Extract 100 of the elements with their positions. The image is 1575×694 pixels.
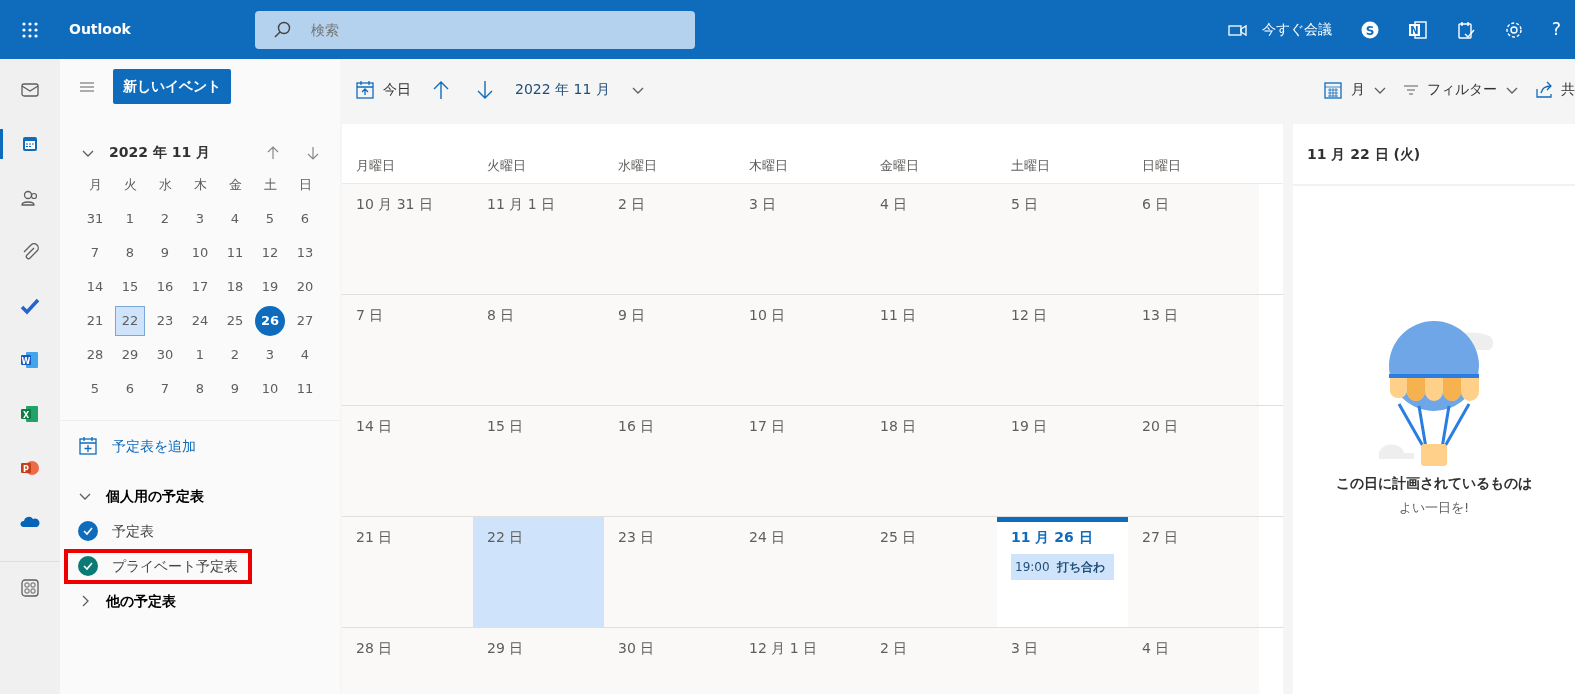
date-button[interactable]: 28 [80,339,110,370]
date-button[interactable]: 22 [115,305,145,336]
spreadsheet-x-button[interactable]: X [0,386,60,441]
weekday-label: 水 [157,175,173,194]
day-cell[interactable]: 18 日 [866,405,997,516]
day-cell[interactable]: 27 日 [1128,516,1259,627]
day-cell[interactable]: 19 日 [997,405,1128,516]
date-button[interactable]: 1 [115,203,145,234]
day-cell[interactable]: 20 日 [1128,405,1259,516]
day-cell[interactable]: 14 日 [342,405,473,516]
date-button[interactable]: 2 [220,339,250,370]
day-cell[interactable]: 11 日 [866,294,997,405]
day-cell[interactable]: 2 日 [866,627,997,694]
date-button[interactable]: 3 [255,339,285,370]
date-button[interactable]: 15 [115,271,145,302]
date-button[interactable]: 4 [220,203,250,234]
day-cell[interactable]: 12 日 [997,294,1128,405]
group-header[interactable]: 他の予定表 [63,583,340,619]
day-cell[interactable]: 17 日 [735,405,866,516]
date-button[interactable]: 11 [290,373,320,404]
date-button[interactable]: 6 [290,203,320,234]
date-button[interactable]: 7 [150,373,180,404]
date-button[interactable]: 12 [255,237,285,268]
calendar-list-item[interactable]: 予定表 [63,513,168,549]
day-cell[interactable]: 28 日 [342,627,473,694]
date-button[interactable]: 16 [150,271,180,302]
calendar-list-item[interactable]: プライベート予定表 [63,548,252,584]
date-button[interactable]: 8 [185,373,215,404]
day-cell[interactable]: 7 日 [342,294,473,405]
date-button[interactable]: 14 [80,271,110,302]
day-cell[interactable]: 4 日 [866,183,997,294]
date-button[interactable]: 10 [185,237,215,268]
date-button[interactable]: 19 [255,271,285,302]
day-cell[interactable]: 13 日 [1128,294,1259,405]
day-cell[interactable]: 3 日 [735,183,866,294]
date-button[interactable]: 9 [150,237,180,268]
day-cell[interactable]: 4 日 [1128,627,1259,694]
date-button[interactable]: 27 [290,305,320,336]
calendar-checkbox[interactable] [77,556,98,576]
group-header[interactable]: 個人用の予定表 [63,478,340,514]
day-cell[interactable]: 5 日 [997,183,1128,294]
slides-p-button[interactable]: P [0,440,60,495]
document-w-button[interactable]: W [0,332,60,387]
date-button[interactable]: 8 [115,237,145,268]
meet-now-button[interactable]: 今すぐ会議 [1213,19,1346,40]
skype-button[interactable]: S [1345,19,1394,40]
filter-dropdown[interactable]: フィルター [1395,75,1527,104]
date-button[interactable]: 11 [220,237,250,268]
day-cell[interactable]: 2 日 [604,183,735,294]
share-button[interactable]: 共 [1527,75,1575,104]
day-cell[interactable]: 3 日 [997,627,1128,694]
period-dropdown[interactable]: 2022 年 11 月 [507,75,653,104]
date-button[interactable]: 24 [185,305,215,336]
today-button[interactable]: 今日 [347,75,419,104]
date-button[interactable]: 9 [220,373,250,404]
add-calendar-button[interactable]: 予定表を追加 [63,434,340,458]
search-field[interactable]: 検索 [254,10,695,49]
help-button[interactable]: ? [1537,16,1575,43]
day-cell[interactable]: 8 日 [473,294,604,405]
day-cell[interactable]: 21 日 [342,516,473,627]
day-cell[interactable]: 10 月 31 日 [342,183,473,294]
view-dropdown[interactable]: 月 [1315,75,1395,104]
day-cell[interactable]: 24 日 [735,516,866,627]
date-button[interactable]: 1 [185,339,215,370]
date-button[interactable]: 4 [290,339,320,370]
day-cell[interactable]: 29 日 [473,627,604,694]
date-button[interactable]: 30 [150,339,180,370]
day-cell[interactable]: 30 日 [604,627,735,694]
date-button[interactable]: 26 [255,305,285,336]
date-button[interactable]: 13 [290,237,320,268]
date-button[interactable]: 3 [185,203,215,234]
day-cell[interactable]: 6 日 [1128,183,1259,294]
day-cell[interactable]: 15 日 [473,405,604,516]
day-label: 29 日 [487,638,525,658]
day-cell[interactable]: 10 日 [735,294,866,405]
date-button[interactable]: 18 [220,271,250,302]
date-button[interactable]: 29 [115,339,145,370]
day-cell[interactable]: 23 日 [604,516,735,627]
date-button[interactable]: 5 [80,373,110,404]
date-button[interactable]: 10 [255,373,285,404]
day-cell[interactable]: 25 日 [866,516,997,627]
new-event-button[interactable]: 新しいイベント [113,68,231,104]
date-button[interactable]: 6 [115,373,145,404]
day-cell[interactable]: 9 日 [604,294,735,405]
day-cell[interactable]: 11 月 1 日 [473,183,604,294]
date-button[interactable]: 25 [220,305,250,336]
date-button[interactable]: 31 [80,203,110,234]
date-button[interactable]: 2 [150,203,180,234]
calendar-checkbox[interactable] [77,521,98,541]
date-button[interactable]: 17 [185,271,215,302]
day-cell[interactable]: 12 月 1 日 [735,627,866,694]
day-cell[interactable]: 16 日 [604,405,735,516]
event-chip[interactable]: 19:00 打ち合わ [1011,553,1114,580]
notebook-button[interactable]: N [1393,19,1442,40]
date-button[interactable]: 5 [255,203,285,234]
day-cell[interactable]: 22 日 [473,516,604,627]
date-button[interactable]: 20 [290,271,320,302]
date-button[interactable]: 23 [150,305,180,336]
date-button[interactable]: 21 [80,305,110,336]
date-button[interactable]: 7 [80,237,110,268]
